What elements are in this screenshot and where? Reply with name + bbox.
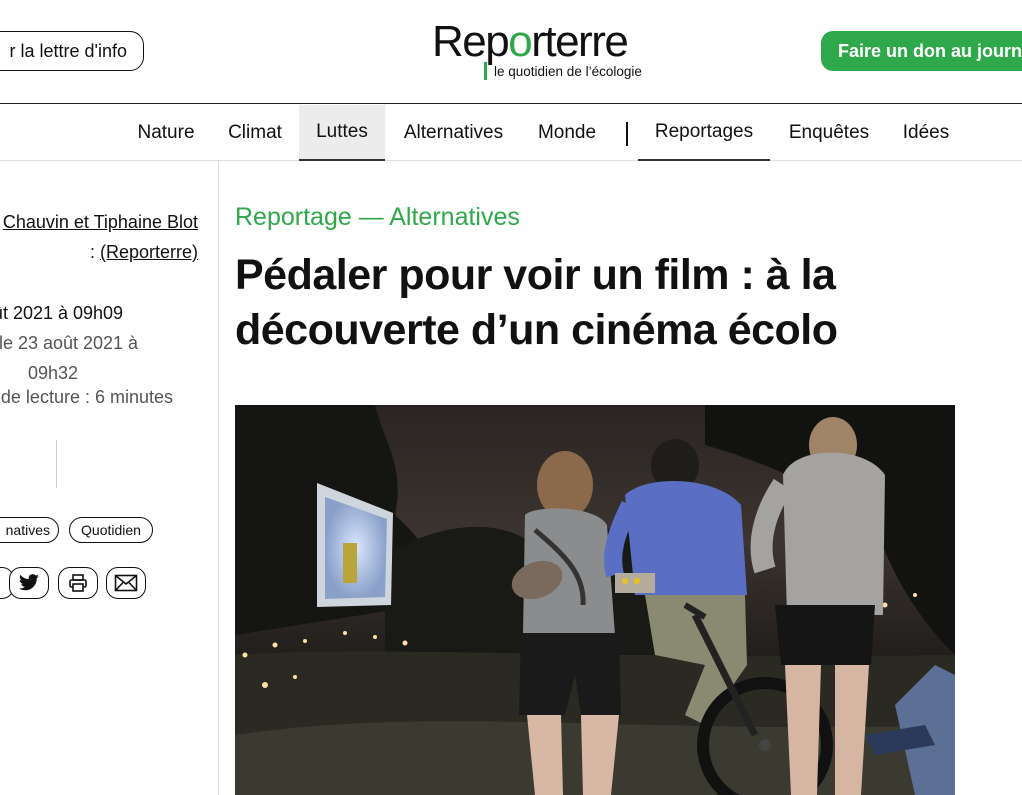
article-authors: Chauvin et Tiphaine Blot : (Reporterre) xyxy=(2,212,198,262)
nav-item-monde[interactable]: Monde xyxy=(523,105,611,161)
nav-separator xyxy=(626,122,628,146)
nav-item-idees[interactable]: Idées xyxy=(888,105,964,161)
site-logo[interactable]: Reporterre le quotidien de l’écologie xyxy=(432,18,662,88)
reading-time: de lecture : 6 minutes xyxy=(0,387,173,407)
published-date: oût 2021 à 09h09 xyxy=(0,303,124,323)
article-dates: oût 2021 à 09h09 our le 23 août 2021 à 0… xyxy=(0,298,173,388)
tag-quotidien[interactable]: Quotidien xyxy=(69,517,153,543)
twitter-icon xyxy=(19,574,39,591)
email-share-button[interactable] xyxy=(106,567,146,599)
publisher-link[interactable]: (Reporterre) xyxy=(100,242,198,262)
main-nav: Nature Climat Luttes Alternatives Monde … xyxy=(0,105,1022,161)
nav-item-luttes[interactable]: Luttes xyxy=(299,105,385,161)
nav-item-climat[interactable]: Climat xyxy=(212,105,298,161)
logo-wordmark: Reporterre xyxy=(432,17,629,66)
logo-tagline: le quotidien de l’écologie xyxy=(494,64,642,79)
updated-date-line1: our le 23 août 2021 à xyxy=(0,333,139,353)
donate-button[interactable]: Faire un don au journal xyxy=(821,31,1022,71)
newsletter-button[interactable]: r la lettre d'info xyxy=(0,31,144,71)
print-button[interactable] xyxy=(58,567,98,599)
sidebar-divider xyxy=(56,440,57,488)
tag-alternatives[interactable]: natives xyxy=(0,517,59,543)
author-link[interactable]: Chauvin et Tiphaine Blot xyxy=(3,212,198,232)
updated-date-line2: 09h32 xyxy=(27,363,79,383)
article-hero-photo xyxy=(235,405,955,795)
site-header: r la lettre d'info Reporterre le quotidi… xyxy=(0,0,1022,104)
nav-item-reportages[interactable]: Reportages xyxy=(638,105,770,161)
envelope-icon xyxy=(114,574,138,592)
printer-icon xyxy=(69,574,87,592)
logo-accent-bar xyxy=(484,62,487,80)
nav-item-alternatives[interactable]: Alternatives xyxy=(388,105,519,161)
nav-item-nature[interactable]: Nature xyxy=(122,105,210,161)
nav-item-enquetes[interactable]: Enquêtes xyxy=(776,105,882,161)
share-twitter-button[interactable] xyxy=(9,567,49,599)
article-headline: Pédaler pour voir un film : à la découve… xyxy=(235,251,838,354)
article-sidebar: Chauvin et Tiphaine Blot : (Reporterre) … xyxy=(0,161,219,795)
article-kicker[interactable]: Reportage — Alternatives xyxy=(235,203,520,232)
